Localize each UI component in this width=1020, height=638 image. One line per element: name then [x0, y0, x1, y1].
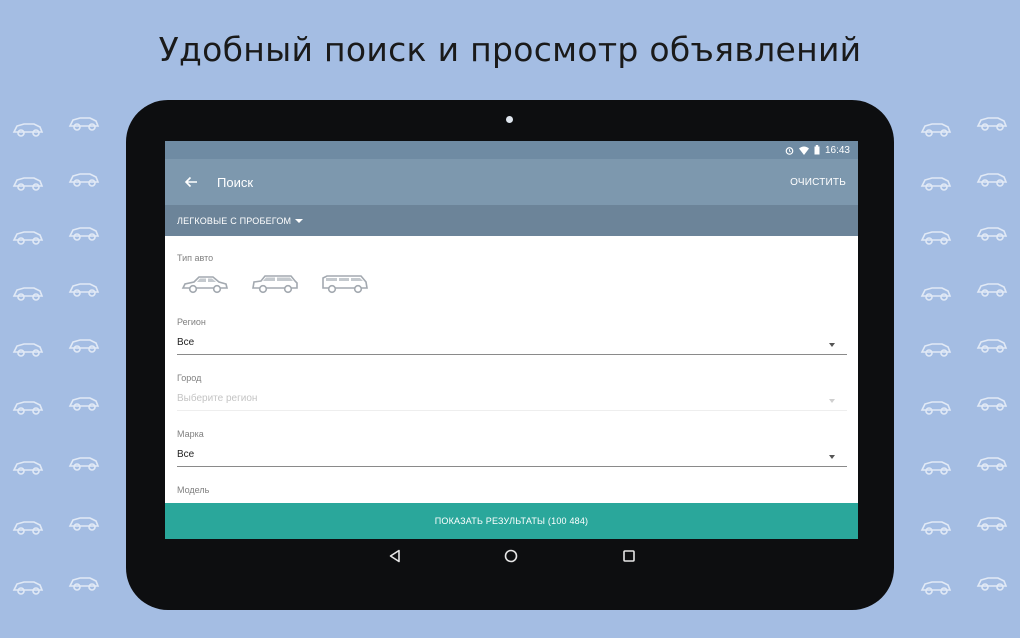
brand-label: Марка [177, 429, 204, 439]
tablet-frame: 16:43 Поиск ОЧИСТИТЬ ЛЕГКОВЫЕ С ПРОБЕГОМ… [126, 100, 894, 610]
promo-title: Удобный поиск и просмотр объявлений [158, 30, 862, 69]
sedan-icon[interactable] [181, 273, 229, 295]
brand-value[interactable]: Все [177, 449, 847, 463]
dropdown-arrow-icon[interactable] [829, 343, 835, 347]
app-bar: Поиск ОЧИСТИТЬ [165, 159, 858, 205]
status-time: 16:43 [824, 144, 850, 156]
brand-field[interactable]: Марка Все [177, 429, 847, 467]
nav-back-icon[interactable] [388, 549, 402, 563]
city-field[interactable]: Город Выберите регион [177, 373, 847, 411]
alarm-icon [785, 146, 794, 155]
page-title: Поиск [217, 174, 254, 190]
category-label: ЛЕГКОВЫЕ С ПРОБЕГОМ [177, 215, 292, 226]
caret-down-icon [295, 218, 304, 223]
dropdown-arrow-icon[interactable] [829, 399, 835, 403]
camera-dot [506, 116, 513, 123]
system-navigation-bar [126, 539, 894, 575]
wifi-icon [798, 146, 809, 155]
region-value[interactable]: Все [177, 337, 847, 351]
car-type-label: Тип авто [177, 253, 214, 263]
show-results-button[interactable]: ПОКАЗАТЬ РЕЗУЛЬТАТЫ (100 484) [165, 503, 858, 539]
arrow-left-icon [184, 176, 197, 188]
nav-recents-icon[interactable] [622, 549, 636, 563]
clear-button[interactable]: ОЧИСТИТЬ [790, 177, 846, 188]
category-selector[interactable]: ЛЕГКОВЫЕ С ПРОБЕГОМ [165, 205, 858, 236]
nav-home-icon[interactable] [504, 549, 518, 563]
car-type-options [181, 273, 369, 295]
region-label: Регион [177, 317, 206, 327]
status-bar: 16:43 [165, 141, 858, 159]
model-field[interactable]: Модель [177, 485, 847, 495]
brand-underline [177, 466, 847, 467]
model-label: Модель [177, 485, 210, 495]
region-underline [177, 354, 847, 355]
suv-icon[interactable] [251, 273, 299, 295]
city-label: Город [177, 373, 202, 383]
region-field[interactable]: Регион Все [177, 317, 847, 355]
city-placeholder[interactable]: Выберите регион [177, 393, 847, 407]
app-screen: 16:43 Поиск ОЧИСТИТЬ ЛЕГКОВЫЕ С ПРОБЕГОМ… [165, 141, 858, 539]
city-underline [177, 410, 847, 411]
back-button[interactable] [169, 159, 213, 205]
minivan-icon[interactable] [321, 273, 369, 295]
dropdown-arrow-icon[interactable] [829, 455, 835, 459]
battery-icon [814, 145, 820, 155]
